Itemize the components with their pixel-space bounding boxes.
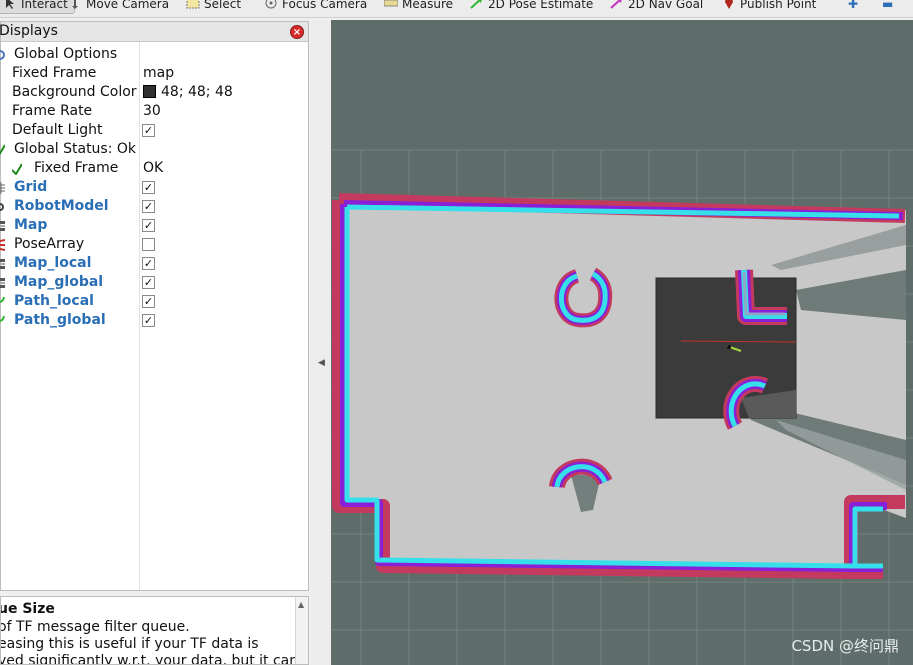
global-options[interactable]: Global Options: [0, 45, 308, 64]
tool-select-button[interactable]: Select: [186, 0, 241, 14]
tool-label: Measure: [402, 0, 453, 11]
default-light-label: Default Light: [12, 122, 103, 138]
magenta-arrow-icon: [610, 0, 624, 12]
tool-label: Select: [204, 0, 242, 11]
description-line: easing this is useful if your TF data is: [0, 636, 259, 652]
display-path-global[interactable]: Path_global ✓: [0, 311, 308, 330]
background-color-value-text: 48; 48; 48: [161, 84, 233, 100]
remove-tool-icon[interactable]: ▬: [882, 0, 893, 14]
watermark: CSDN @终问鼎: [791, 637, 899, 655]
tool-interact-button[interactable]: Interact: [0, 0, 75, 14]
tool-2d-nav-goal-button[interactable]: 2D Nav Goal: [610, 0, 703, 14]
display-grid-label: Grid: [14, 179, 48, 195]
background-color-label: Background Color: [12, 84, 137, 100]
tool-measure-button[interactable]: Measure: [384, 0, 453, 14]
close-icon[interactable]: ×: [290, 25, 304, 39]
display-map-global[interactable]: Map_global ✓: [0, 273, 308, 292]
display-robotmodel-checkbox[interactable]: ✓: [142, 200, 155, 213]
select-icon: [186, 0, 200, 12]
display-map-label: Map: [14, 217, 48, 233]
cursor-icon: [3, 0, 17, 12]
description-title: ue Size: [0, 601, 55, 617]
tool-focus-camera-button[interactable]: Focus Camera: [264, 0, 367, 14]
default-light-checkbox[interactable]: ✓: [142, 124, 155, 137]
display-map-local-label: Map_local: [14, 255, 92, 271]
display-path-local-label: Path_local: [14, 293, 94, 309]
display-path-global-label: Path_global: [14, 312, 106, 328]
tool-label: Interact: [21, 0, 68, 11]
focus-camera-icon: [264, 0, 278, 12]
status-fixed-frame[interactable]: Fixed Frame OK: [1, 159, 308, 178]
display-path-local[interactable]: Path_local ✓: [0, 292, 308, 311]
tool-label: 2D Pose Estimate: [488, 0, 594, 11]
move-camera-icon: [68, 0, 82, 12]
fixed-frame-label: Fixed Frame: [12, 65, 97, 81]
display-grid[interactable]: Grid ✓: [0, 178, 308, 197]
status-fixed-frame-value-text: OK: [143, 160, 164, 176]
global-status-label: Global Status: Ok: [14, 141, 137, 157]
description-scrollbar[interactable]: ▲: [295, 597, 308, 664]
green-arrow-icon: [470, 0, 484, 12]
display-robotmodel[interactable]: RobotModel ✓: [0, 197, 308, 216]
status-fixed-frame-label: Fixed Frame: [34, 160, 119, 176]
default-light[interactable]: Default Light ✓: [1, 121, 308, 140]
global-options-label: Global Options: [14, 46, 118, 62]
fixed-frame-value[interactable]: map: [143, 65, 174, 81]
description-line: of TF message filter queue.: [0, 619, 190, 635]
tool-publish-point-button[interactable]: Publish Point: [722, 0, 816, 14]
description-panel: ue Size of TF message filter queue. easi…: [0, 596, 309, 665]
tool-move-camera-button[interactable]: Move Camera: [68, 0, 169, 14]
color-swatch: [143, 85, 156, 98]
display-map-local[interactable]: Map_local ✓: [0, 254, 308, 273]
frame-rate-value[interactable]: 30: [143, 103, 161, 119]
global-status[interactable]: Global Status: Ok: [0, 140, 308, 159]
fixed-frame[interactable]: Fixed Frame map: [1, 64, 308, 83]
background-color[interactable]: Background Color 48; 48; 48: [1, 83, 308, 102]
pin-icon: [722, 0, 736, 12]
status-fixed-frame-value[interactable]: OK: [143, 160, 163, 176]
toolbar: Interact Move Camera Select Focus Camera Mea…: [0, 0, 913, 18]
display-map-local-checkbox[interactable]: ✓: [142, 257, 155, 270]
display-map-global-label: Map_global: [14, 274, 104, 290]
fixed-frame-value-text: map: [143, 65, 175, 81]
measure-icon: [384, 0, 398, 12]
map-render: [331, 149, 913, 665]
description-line: yed significantly w.r.t. your data, but …: [0, 653, 299, 665]
display-posearray-label: PoseArray: [14, 236, 85, 252]
display-path-local-checkbox[interactable]: ✓: [142, 295, 155, 308]
display-map[interactable]: Map ✓: [0, 216, 308, 235]
frame-rate[interactable]: Frame Rate 30: [1, 102, 308, 121]
display-grid-checkbox[interactable]: ✓: [142, 181, 155, 194]
display-posearray-checkbox[interactable]: [142, 238, 155, 251]
frame-rate-value-text: 30: [143, 103, 161, 119]
display-posearray[interactable]: PoseArray: [0, 235, 308, 254]
displays-header: Displays ×: [0, 22, 308, 42]
background-color-value[interactable]: 48; 48; 48: [143, 84, 233, 100]
tool-label: Focus Camera: [282, 0, 368, 11]
displays-panel: Displays × Global Options Fixed Frame map B…: [0, 21, 309, 591]
collapse-arrow-icon[interactable]: ◀: [318, 358, 325, 368]
render-viewport[interactable]: CSDN @终问鼎: [331, 20, 913, 665]
frame-rate-label: Frame Rate: [12, 103, 93, 119]
display-map-checkbox[interactable]: ✓: [142, 219, 155, 232]
display-tree: Global Options Fixed Frame map Background C…: [0, 42, 308, 590]
panel-splitter[interactable]: ◀: [311, 20, 331, 665]
display-path-global-checkbox[interactable]: ✓: [142, 314, 155, 327]
display-robotmodel-label: RobotModel: [14, 198, 109, 214]
tool-2d-pose-estimate-button[interactable]: 2D Pose Estimate: [470, 0, 593, 14]
display-map-global-checkbox[interactable]: ✓: [142, 276, 155, 289]
displays-title: Displays: [0, 23, 58, 39]
add-tool-icon[interactable]: ✚: [848, 0, 858, 14]
tool-label: 2D Nav Goal: [628, 0, 704, 11]
tool-label: Move Camera: [86, 0, 170, 11]
tool-label: Publish Point: [740, 0, 817, 11]
